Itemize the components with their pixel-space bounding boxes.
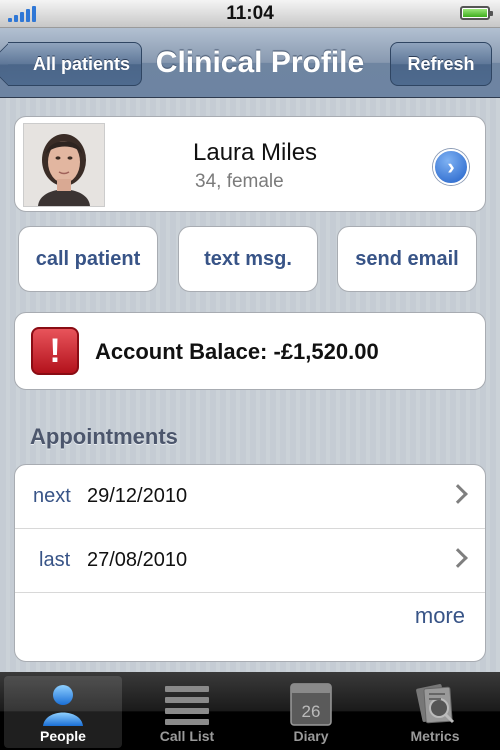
status-bar: 11:04 [0,0,500,28]
text-message-button[interactable]: text msg. [178,226,318,292]
person-icon [43,685,83,726]
calendar-icon: 26 [290,683,332,726]
patient-profile-card[interactable]: Laura Miles 34, female › [14,116,486,212]
list-icon [165,686,209,725]
metrics-icon [416,684,455,724]
appointment-label: last [39,549,71,571]
send-email-button[interactable]: send email [337,226,477,292]
navigation-bar: All patients Clinical Profile Refresh [0,28,500,98]
tab-label: Call List [159,728,215,744]
account-balance-text: Account Balace: -£1,520.00 [95,339,379,364]
status-time: 11:04 [226,3,274,24]
appointment-row-next[interactable]: next 29/12/2010 [15,465,485,529]
tab-metrics[interactable]: Metrics [376,676,494,748]
refresh-button[interactable]: Refresh [390,42,492,86]
patient-name: Laura Miles [193,139,318,166]
chevron-right-icon [448,484,468,504]
account-balance-card: ! Account Balace: -£1,520.00 [14,312,486,390]
detail-disclosure-icon[interactable]: › [433,149,469,185]
battery-icon [460,6,493,20]
tab-label: People [40,728,86,744]
alert-icon: ! [31,327,79,375]
tab-diary[interactable]: 26 Diary [252,676,370,748]
page-title: Clinical Profile [155,46,365,79]
patient-avatar [23,123,105,207]
call-patient-button[interactable]: call patient [18,226,158,292]
tab-call-list[interactable]: Call List [128,676,246,748]
tab-label: Diary [293,728,329,744]
appointments-header: Appointments [30,424,178,449]
appointment-row-last[interactable]: last 27/08/2010 [15,529,485,593]
tab-label: Metrics [410,728,460,744]
appointment-date: 29/12/2010 [87,485,188,507]
more-appointments-link[interactable]: more [415,603,465,629]
back-button-wrap: All patients [0,28,150,98]
patient-details: 34, female [195,171,284,192]
chevron-right-icon [448,548,468,568]
back-button[interactable]: All patients [8,42,142,86]
appointments-list: next 29/12/2010 last 27/08/2010 more [14,464,486,662]
tab-bar: People Call List 26 Diary Metrics [0,672,500,750]
appointment-date: 27/08/2010 [87,549,188,571]
tab-people[interactable]: People [4,676,122,748]
appointment-label: next [33,485,71,507]
diary-date-badge: 26 [302,702,321,721]
